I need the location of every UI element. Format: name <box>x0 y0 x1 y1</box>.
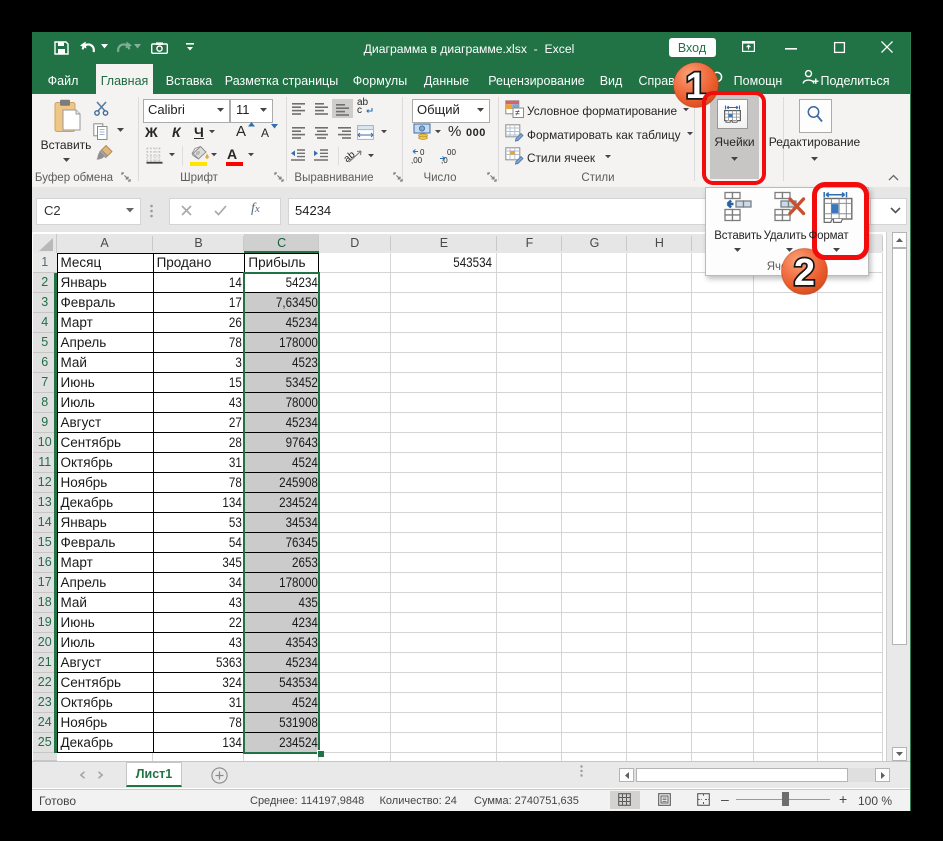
svg-text:,0: ,0 <box>441 156 448 165</box>
svg-text:≠: ≠ <box>515 108 520 118</box>
svg-text:2: 2 <box>794 252 815 294</box>
svg-text:00: 00 <box>447 148 456 157</box>
svg-text:,00: ,00 <box>411 156 423 165</box>
